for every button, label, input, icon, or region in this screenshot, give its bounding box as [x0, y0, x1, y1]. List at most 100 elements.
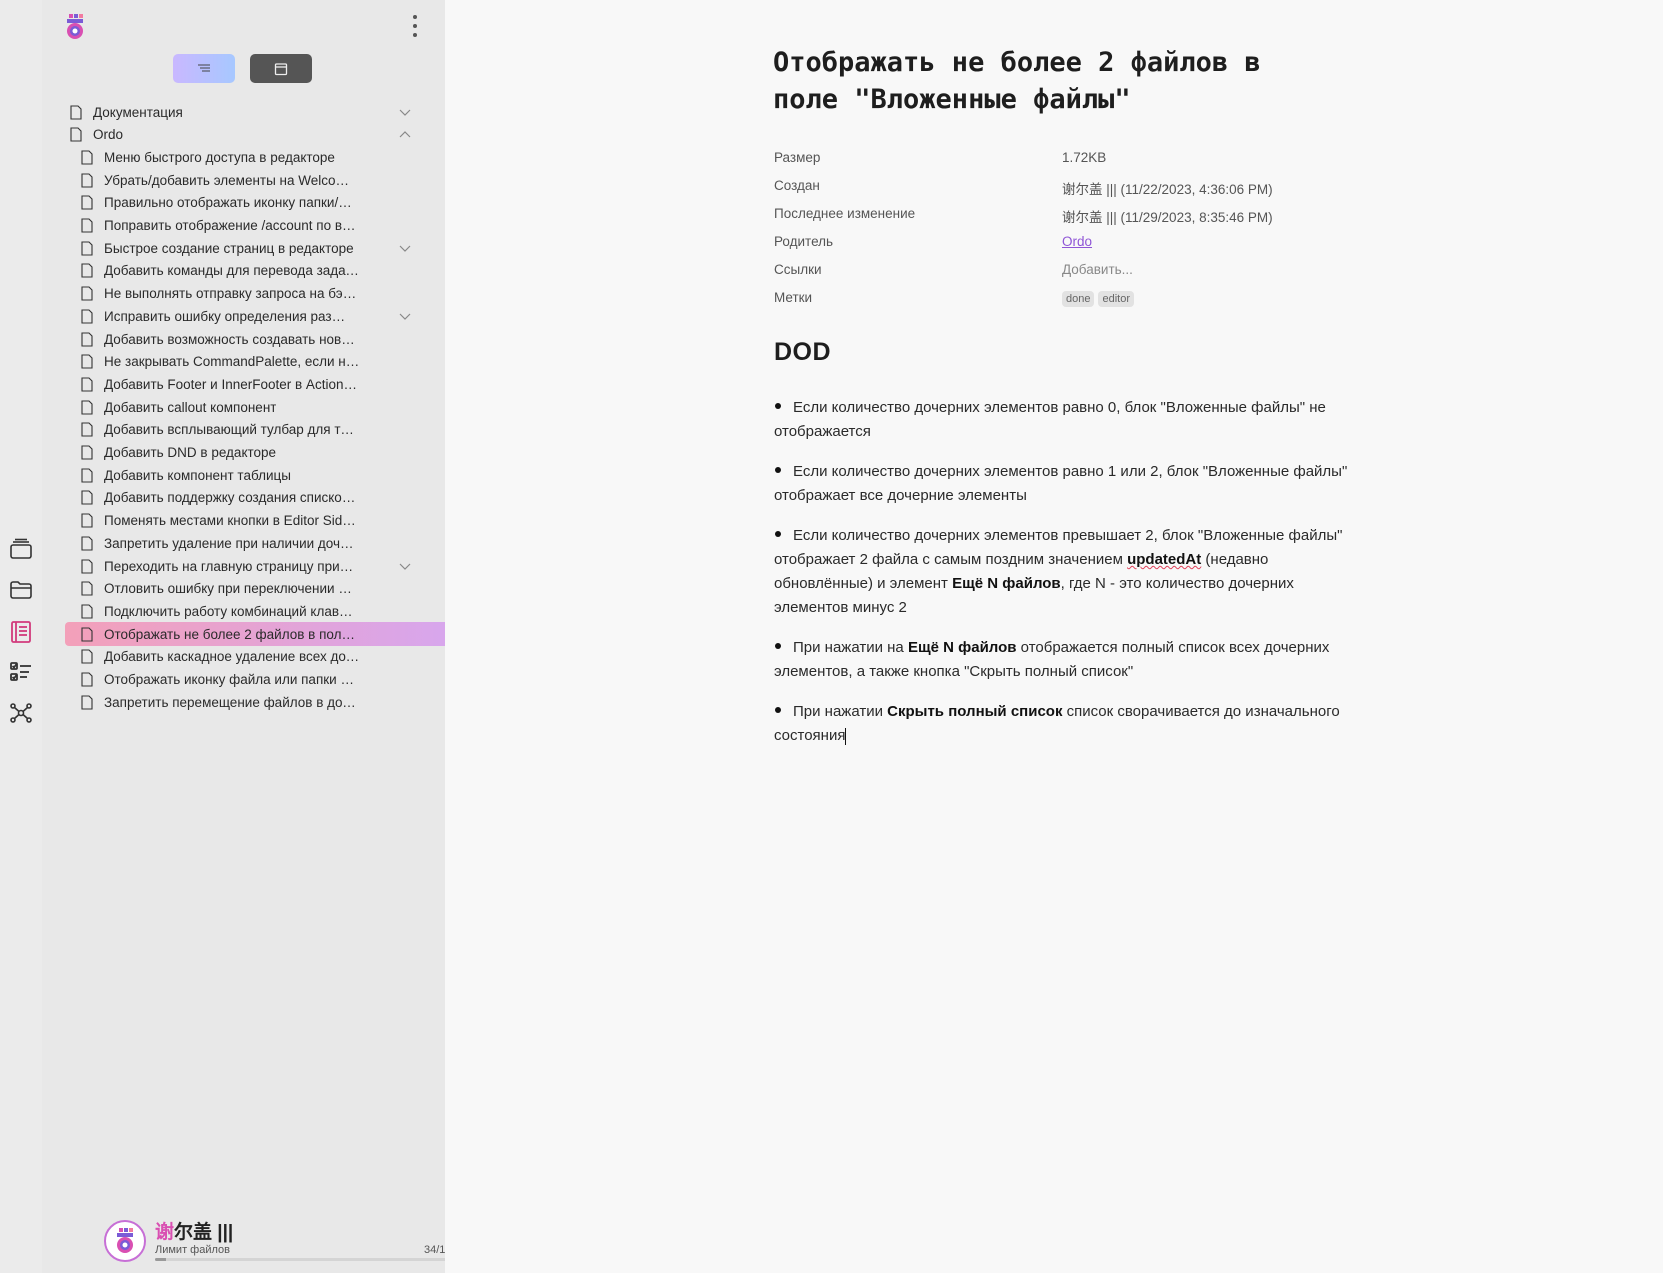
tree-item[interactable]: Добавить поддержку создания списков в...: [81, 486, 445, 510]
list-item[interactable]: Если количество дочерних элементов превы…: [774, 524, 1349, 620]
tree-item-label: Подключить работу комбинаций клавиш ...: [104, 603, 360, 619]
page-title[interactable]: Отображать не более 2 файлов в поле "Вло…: [773, 44, 1313, 118]
file-icon: [81, 468, 93, 483]
checklist-icon[interactable]: [8, 659, 34, 685]
file-icon: [81, 672, 93, 687]
file-icon: [81, 331, 93, 347]
add-link-button[interactable]: Добавить...: [1062, 262, 1133, 277]
tree-item[interactable]: Отловить ошибку при переключении меж...: [81, 577, 445, 601]
list-item[interactable]: При нажатии на Ещё N файлов отображается…: [774, 636, 1349, 684]
file-icon: [81, 263, 93, 278]
folder-icon[interactable]: [8, 577, 34, 603]
tree-item-label: Ordo: [93, 127, 124, 143]
tree-item-label: Добавить DND в редакторе: [104, 445, 277, 460]
property-label: Родитель: [774, 234, 834, 249]
tree-item[interactable]: Запретить удаление при наличии дочерн...: [81, 531, 445, 555]
tree-item-label: Отображать иконку файла или папки авто..…: [104, 672, 360, 687]
tag-chip[interactable]: editor: [1098, 291, 1135, 307]
list-view-button[interactable]: [173, 54, 235, 83]
tree-item-label: Поправить отображение /account по высоте: [104, 218, 360, 233]
file-icon: [81, 377, 93, 392]
more-menu-icon[interactable]: [409, 15, 421, 37]
parent-link[interactable]: Ordo: [1062, 234, 1092, 249]
tree-item[interactable]: Не выполнять отправку запроса на бэкен..…: [81, 282, 445, 306]
bold-term: Скрыть полный список: [887, 703, 1063, 720]
tree-item-label: Добавить возможность создавать новые ...: [104, 331, 360, 347]
tree-item-selected[interactable]: Отображать не более 2 файлов в поле "В..…: [65, 622, 456, 647]
file-icon: [81, 536, 93, 551]
property-parent: Родитель Ordo: [774, 234, 1374, 254]
list-item[interactable]: Если количество дочерних элементов равно…: [774, 396, 1349, 444]
tree-item[interactable]: Быстрое создание страниц в редакторе: [81, 236, 445, 260]
tree-item[interactable]: Поменять местами кнопки в Editor Sidebar: [81, 509, 445, 533]
tree-item[interactable]: Добавить DND в редакторе: [81, 441, 445, 465]
calendar-view-button[interactable]: [250, 54, 312, 83]
tree-item[interactable]: Добавить Footer и InnerFooter в ActionLi…: [81, 372, 445, 396]
tree-item-label: Добавить поддержку создания списков в...: [104, 490, 360, 506]
file-icon: [81, 400, 93, 415]
document-list-icon[interactable]: [8, 619, 34, 645]
bullet-list[interactable]: Если количество дочерних элементов равно…: [774, 396, 1349, 764]
tree-item-label: Правильно отображать иконку папки/файла: [104, 195, 360, 211]
tree-item[interactable]: Подключить работу комбинаций клавиш ...: [81, 599, 445, 623]
list-item[interactable]: При нажатии Скрыть полный список список …: [774, 700, 1349, 748]
tree-item[interactable]: Добавить всплывающий тулбар для текста: [81, 418, 445, 442]
tree-item-label: Запретить перемещение файлов в дочер...: [104, 694, 360, 710]
file-icon: [81, 309, 93, 324]
list-item-text: При нажатии: [793, 703, 888, 720]
tree-item[interactable]: Добавить команды для перевода задач ...: [81, 259, 445, 283]
tag-list: done editor: [1062, 290, 1138, 307]
tree-item-label: Запретить удаление при наличии дочерн...: [104, 535, 360, 551]
layers-icon[interactable]: [8, 536, 34, 562]
tag-chip[interactable]: done: [1062, 291, 1095, 307]
tree-item[interactable]: Добавить каскадное удаление всех доче...: [81, 645, 445, 669]
avatar[interactable]: [104, 1220, 146, 1262]
code-term: updatedAt: [1127, 551, 1202, 568]
editor-main: Отображать не более 2 файлов в поле "Вло…: [445, 0, 1663, 1273]
property-value: 谢尔盖 ||| (11/22/2023, 4:36:06 PM): [1062, 182, 1273, 197]
tree-item[interactable]: Добавить возможность создавать новые ...: [81, 327, 445, 351]
tree-item-label: Добавить Footer и InnerFooter в ActionLi…: [104, 376, 360, 392]
file-limit-progress: [155, 1258, 471, 1261]
tree-item[interactable]: Правильно отображать иконку папки/файла: [81, 191, 445, 215]
tree-item[interactable]: Запретить перемещение файлов в дочер...: [81, 690, 445, 714]
tree-item[interactable]: Переходить на главную страницу при у...: [81, 554, 445, 578]
tree-item-label: Не выполнять отправку запроса на бэкен..…: [104, 286, 360, 302]
tree-item-label: Добавить компонент таблицы: [104, 467, 291, 483]
text-cursor: [845, 727, 847, 745]
section-heading[interactable]: DOD: [774, 338, 831, 367]
tree-item[interactable]: Добавить callout компонент: [81, 395, 445, 419]
tree-item[interactable]: Ordo: [70, 123, 445, 147]
tree-item-label: Добавить всплывающий тулбар для текста: [104, 422, 360, 438]
tree-item-label: Переходить на главную страницу при у...: [104, 558, 354, 574]
property-label: Последнее изменение: [774, 206, 916, 221]
file-icon: [81, 445, 93, 460]
tree-item[interactable]: Убрать/добавить элементы на Welcome s...: [81, 168, 445, 192]
icon-rail: [0, 0, 42, 1273]
bullet-icon: [775, 467, 781, 474]
file-icon: [81, 604, 93, 619]
tree-item[interactable]: Исправить ошибку определения разме...: [81, 304, 445, 328]
tree-item[interactable]: Добавить компонент таблицы: [81, 463, 445, 487]
tree-item[interactable]: Меню быстрого доступа в редакторе: [81, 145, 445, 169]
tree-item[interactable]: Отображать иконку файла или папки авто..…: [81, 668, 445, 692]
tree-item-label: Поменять местами кнопки в Editor Sidebar: [104, 513, 360, 529]
app-logo[interactable]: [64, 14, 86, 40]
tree-item-label: Добавить callout компонент: [104, 399, 277, 415]
graph-icon[interactable]: [8, 700, 34, 726]
tree-item-label: Документация: [93, 104, 183, 120]
file-icon: [70, 104, 82, 120]
tree-item-label: Быстрое создание страниц в редакторе: [104, 240, 354, 256]
list-item[interactable]: Если количество дочерних элементов равно…: [774, 460, 1349, 508]
tree-item[interactable]: Не закрывать CommandPalette, если новы..…: [81, 350, 445, 374]
tree-item[interactable]: Документация: [70, 100, 445, 124]
file-icon: [81, 558, 93, 574]
file-limit-progress-fill: [155, 1258, 166, 1261]
file-icon: [81, 695, 93, 710]
tree-item-label: Отловить ошибку при переключении меж...: [104, 581, 360, 597]
bullet-icon: [775, 531, 781, 538]
file-icon: [81, 354, 93, 369]
tree-item-label: Не закрывать CommandPalette, если новы..…: [104, 354, 360, 370]
tree-item-label: Исправить ошибку определения разме...: [104, 308, 354, 324]
tree-item[interactable]: Поправить отображение /account по высоте: [81, 214, 445, 238]
